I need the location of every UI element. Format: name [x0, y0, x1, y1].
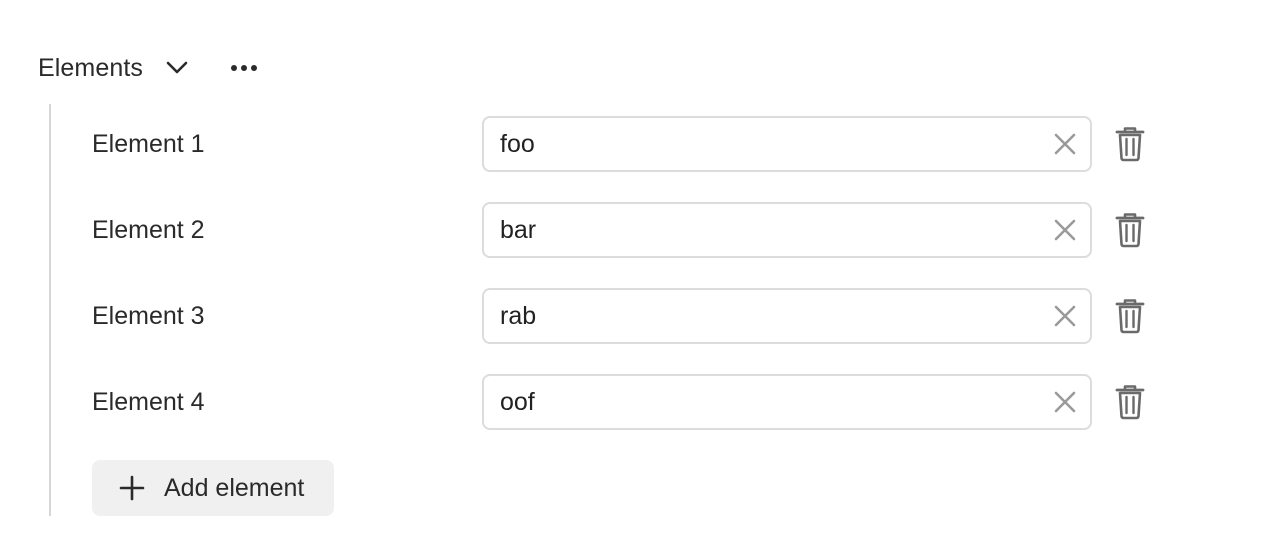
section-title: Elements [38, 53, 144, 82]
clear-icon[interactable] [1052, 389, 1078, 415]
element-row: Element 3 rab [92, 288, 1162, 344]
element-row: Element 4 oof [92, 374, 1162, 430]
add-element-label: Add element [164, 473, 305, 502]
add-element-button[interactable]: Add element [92, 460, 334, 516]
clear-icon[interactable] [1052, 217, 1078, 243]
element-input[interactable]: rab [482, 288, 1092, 344]
element-input-value[interactable]: oof [500, 376, 535, 428]
element-row: Element 2 bar [92, 202, 1162, 258]
more-horizontal-icon[interactable] [229, 52, 261, 84]
chevron-down-icon[interactable] [161, 52, 193, 84]
element-input-value[interactable]: bar [500, 204, 536, 256]
element-label: Element 4 [92, 388, 205, 416]
element-label: Element 1 [92, 130, 205, 158]
element-input[interactable]: bar [482, 202, 1092, 258]
element-input-value[interactable]: rab [500, 290, 536, 342]
element-label: Element 3 [92, 302, 205, 330]
element-input-value[interactable]: foo [500, 118, 535, 170]
section-header: Elements [38, 48, 261, 88]
plus-icon [118, 474, 146, 502]
trash-icon[interactable] [1114, 298, 1146, 334]
element-row: Element 1 foo [92, 116, 1162, 172]
trash-icon[interactable] [1114, 126, 1146, 162]
trash-icon[interactable] [1114, 212, 1146, 248]
element-input[interactable]: oof [482, 374, 1092, 430]
element-input[interactable]: foo [482, 116, 1092, 172]
trash-icon[interactable] [1114, 384, 1146, 420]
list-rail [49, 104, 51, 516]
element-label: Element 2 [92, 216, 205, 244]
clear-icon[interactable] [1052, 303, 1078, 329]
clear-icon[interactable] [1052, 131, 1078, 157]
